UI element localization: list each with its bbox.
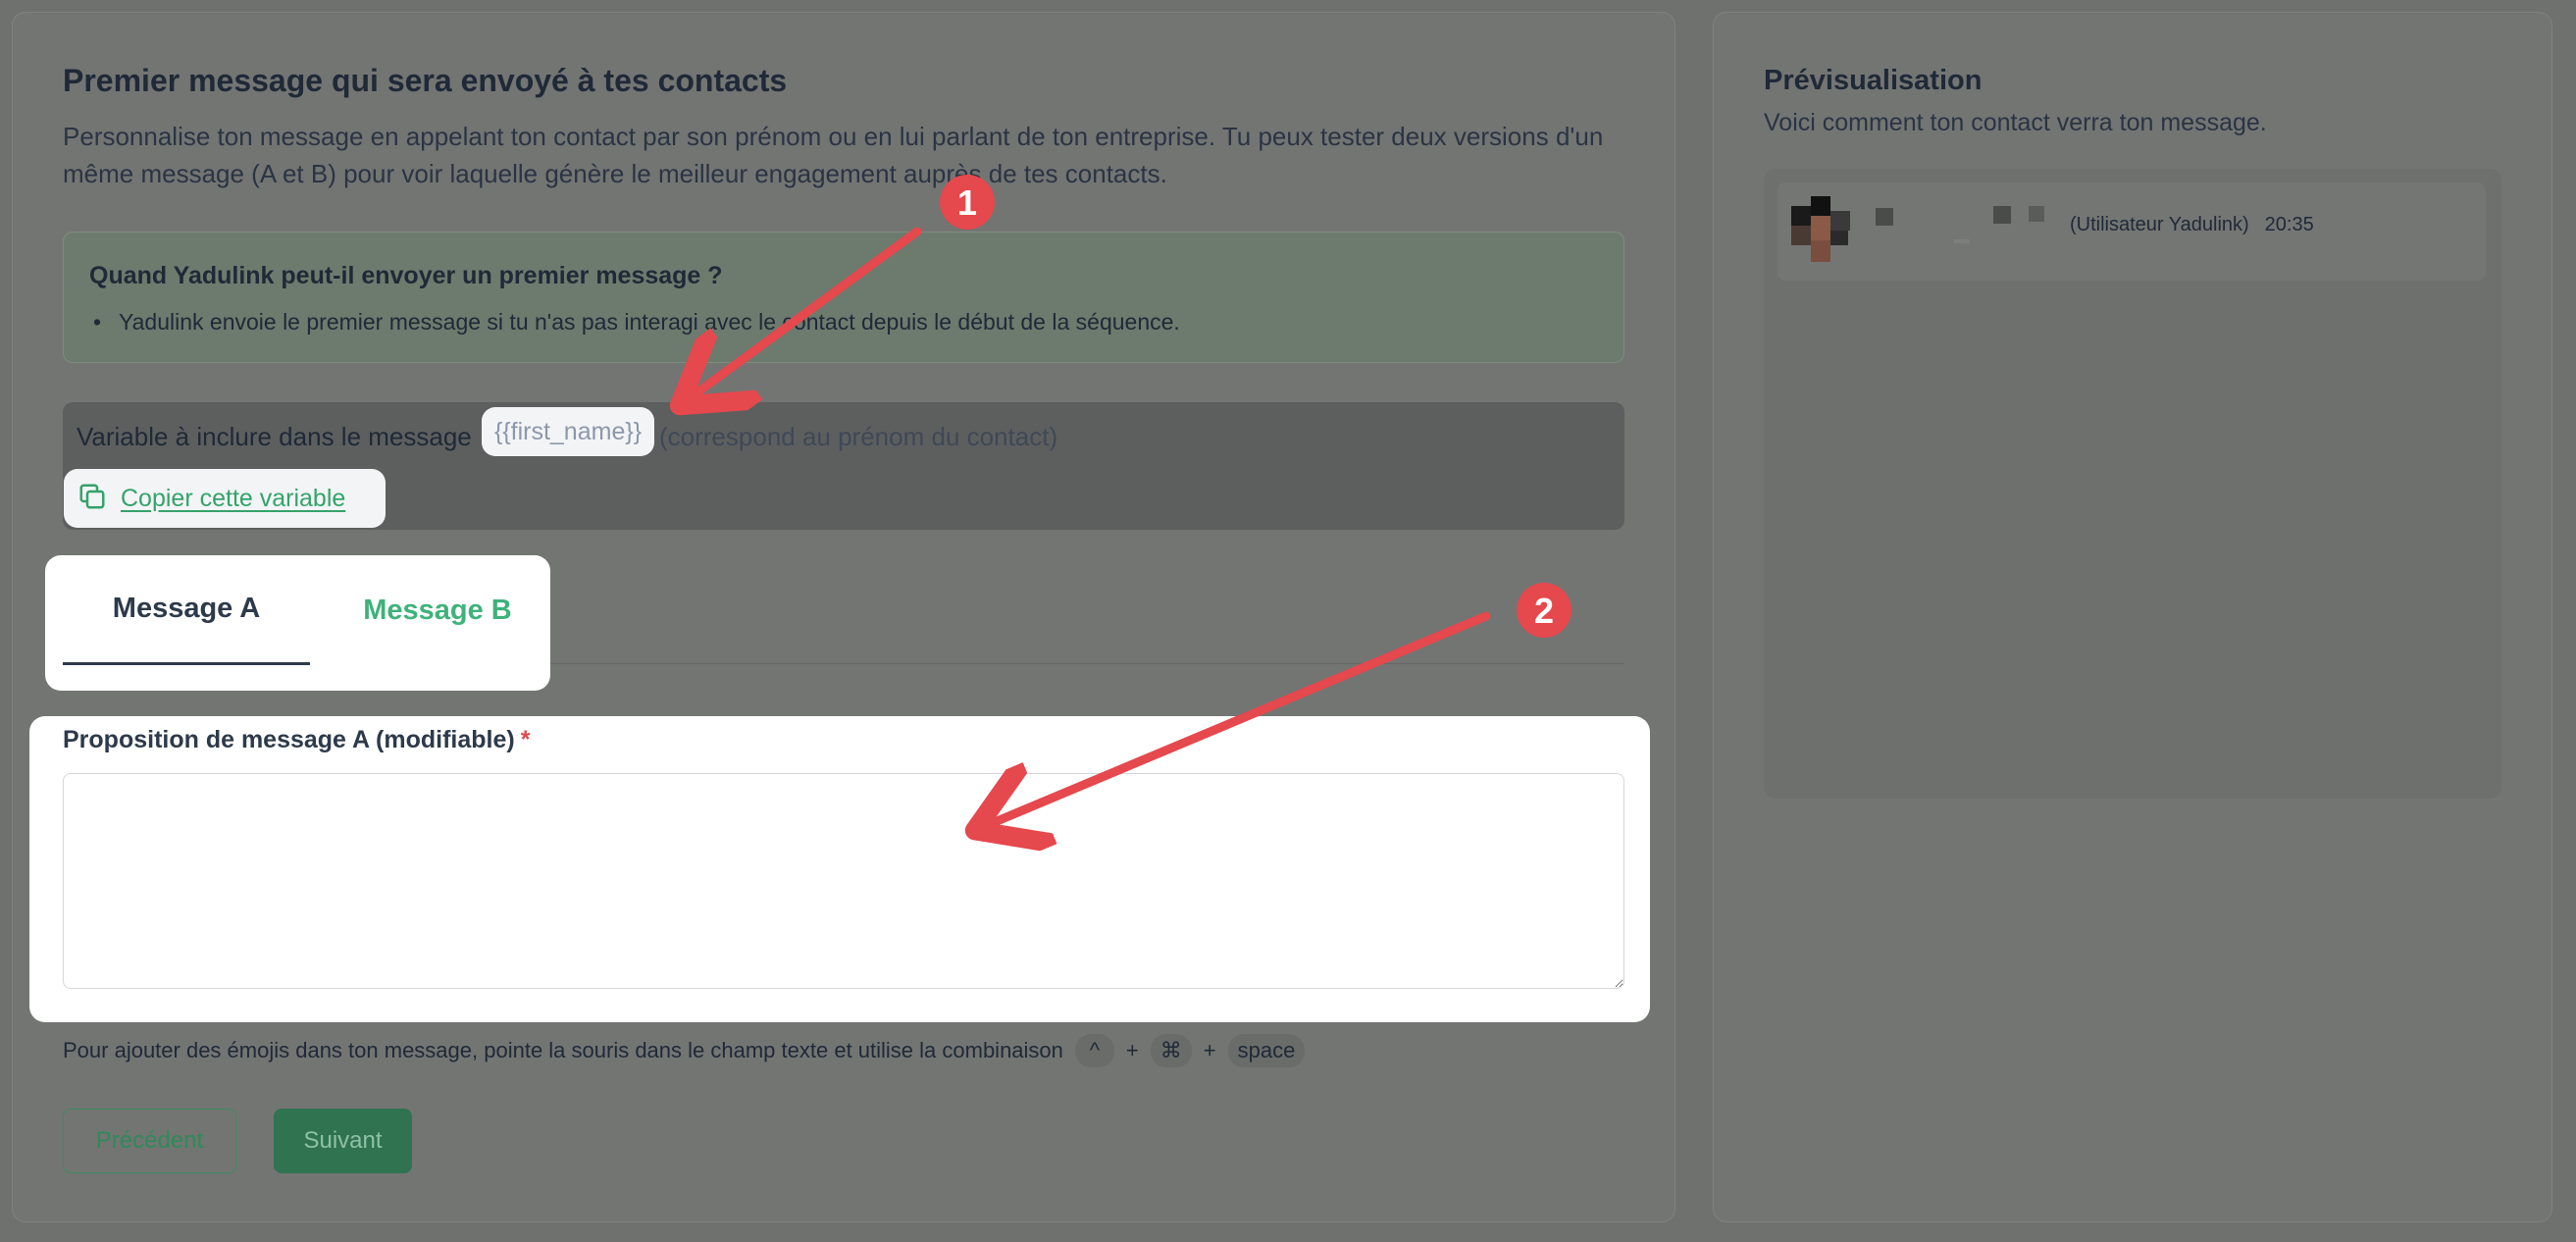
variable-label: Variable à inclure dans le message	[77, 422, 472, 451]
preview-area: (Utilisateur Yadulink) 20:35	[1764, 169, 2501, 799]
page-description: Personnalise ton message en appelant ton…	[63, 122, 1604, 188]
message-tabs: Message A Message B	[45, 555, 550, 691]
cmd-key: ⌘	[1150, 1034, 1192, 1067]
page-title: Premier message qui sera envoyé à tes co…	[63, 63, 788, 98]
info-title: Quand Yadulink peut-il envoyer un premie…	[89, 262, 723, 289]
tab-message-a[interactable]: Message A	[63, 555, 310, 665]
plus-sign: +	[1125, 1038, 1139, 1062]
ctrl-key: ^	[1074, 1034, 1114, 1067]
tab-message-b[interactable]: Message B	[339, 555, 536, 665]
avatar	[1791, 196, 1850, 262]
message-form: Proposition de message A (modifiable) *	[29, 716, 1650, 1022]
info-box: Quand Yadulink peut-il envoyer un premie…	[63, 232, 1624, 363]
plus-sign: +	[1203, 1038, 1216, 1062]
info-bullet: Yadulink envoie le premier message si tu…	[93, 309, 1180, 336]
emoji-hint-text: Pour ajouter des émojis dans ton message…	[63, 1038, 1063, 1062]
copy-icon	[77, 482, 107, 516]
preview-time: 20:35	[2264, 214, 2314, 235]
preview-message-card: (Utilisateur Yadulink) 20:35	[1777, 182, 2486, 281]
message-field-label: Proposition de message A (modifiable) *	[63, 726, 531, 753]
variable-box: Variable à inclure dans le message {{fir…	[63, 402, 1624, 530]
required-mark: *	[520, 726, 531, 753]
message-textarea[interactable]	[63, 773, 1624, 989]
copy-variable-button[interactable]: Copier cette variable	[64, 469, 386, 528]
variable-hint: (correspond au prénom du contact)	[659, 422, 1058, 451]
copy-variable-label: Copier cette variable	[121, 484, 346, 512]
space-key: space	[1227, 1034, 1306, 1067]
previous-button[interactable]: Précédent	[63, 1109, 236, 1173]
variable-chip: {{first_name}}	[482, 407, 654, 456]
preview-description: Voici comment ton contact verra ton mess…	[1764, 109, 2267, 136]
tabs-divider	[550, 663, 1624, 664]
preview-meta: (Utilisateur Yadulink) 20:35	[2070, 214, 2314, 236]
next-button[interactable]: Suivant	[274, 1109, 412, 1173]
emoji-hint: Pour ajouter des émojis dans ton message…	[63, 1034, 1306, 1067]
preview-title: Prévisualisation	[1764, 65, 1983, 96]
preview-sender: (Utilisateur Yadulink)	[2070, 214, 2249, 235]
